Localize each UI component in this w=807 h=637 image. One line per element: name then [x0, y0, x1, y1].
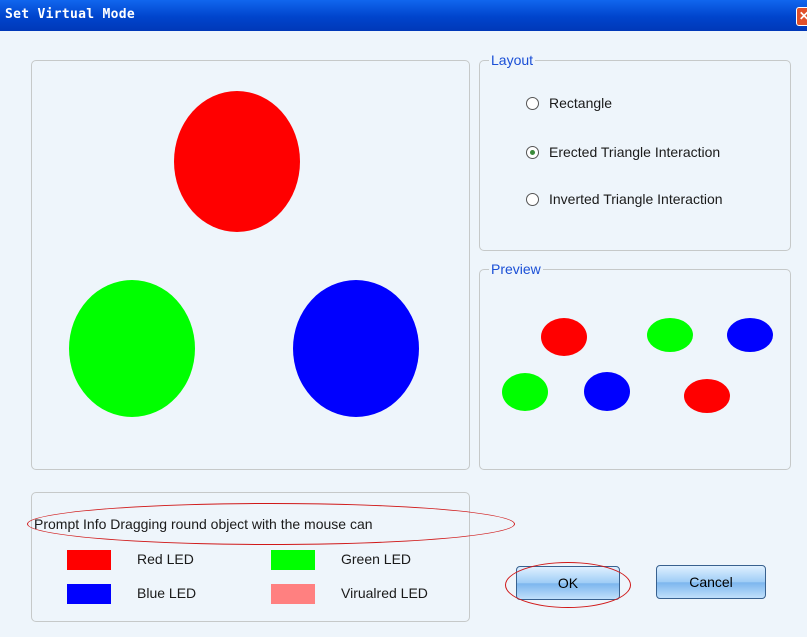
preview-red-led: [541, 318, 587, 356]
cancel-button[interactable]: Cancel: [656, 565, 766, 599]
radio-button-selected-icon[interactable]: [526, 145, 539, 159]
preview-red-led: [684, 379, 730, 413]
green-led-circle[interactable]: [69, 280, 195, 417]
led-canvas: [31, 60, 470, 470]
blue-led-circle[interactable]: [293, 280, 419, 417]
radio-erected-triangle[interactable]: Erected Triangle Interaction: [526, 142, 720, 162]
blue-led-label: Blue LED: [137, 585, 197, 601]
highlight-ellipse: [505, 562, 631, 608]
radio-button-icon[interactable]: [526, 192, 539, 206]
layout-legend: Layout: [489, 52, 536, 68]
radio-button-icon[interactable]: [526, 96, 539, 110]
blue-led-swatch: [67, 584, 111, 604]
red-led-circle[interactable]: [174, 91, 300, 232]
red-led-label: Red LED: [137, 551, 194, 567]
virualred-led-swatch: [271, 584, 315, 604]
radio-label: Erected Triangle Interaction: [549, 144, 721, 160]
set-virtual-mode-dialog: Set Virtual Mode ✕ Layout Rectangle Erec…: [0, 0, 807, 637]
radio-label: Inverted Triangle Interaction: [549, 191, 723, 207]
highlight-ellipse: [27, 503, 515, 545]
radio-rectangle[interactable]: Rectangle: [526, 93, 612, 113]
close-icon[interactable]: ✕: [796, 7, 807, 26]
preview-green-led: [502, 373, 548, 411]
green-led-label: Green LED: [341, 551, 412, 567]
green-led-swatch: [271, 550, 315, 570]
red-led-swatch: [67, 550, 111, 570]
preview-blue-led: [584, 372, 630, 411]
title-bar[interactable]: Set Virtual Mode ✕: [0, 0, 807, 31]
preview-green-led: [647, 318, 693, 352]
window-title: Set Virtual Mode: [5, 7, 136, 22]
preview-legend: Preview: [489, 261, 543, 277]
preview-blue-led: [727, 318, 773, 352]
virualred-led-label: Virualred LED: [341, 585, 428, 601]
radio-label: Rectangle: [549, 95, 613, 111]
radio-inverted-triangle[interactable]: Inverted Triangle Interaction: [526, 189, 723, 209]
preview-group: [479, 269, 791, 470]
